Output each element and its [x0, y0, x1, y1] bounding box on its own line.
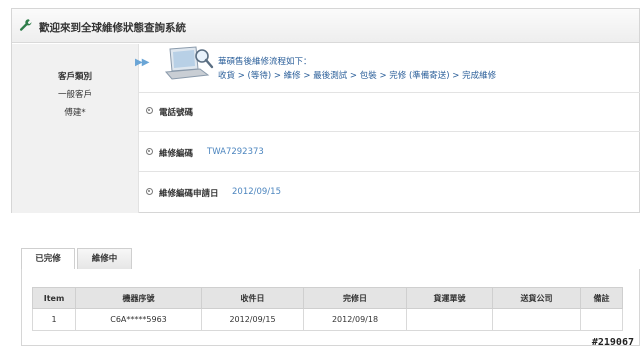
- customer-info: 客戶類別 一般客戶 傅建*: [12, 44, 139, 213]
- divider: [139, 131, 640, 132]
- customer-type-label: 客戶類別: [57, 72, 92, 82]
- cell-notes: [580, 308, 623, 331]
- col-serial: 機器序號: [75, 287, 202, 309]
- cell-received-date: 2012/09/15: [201, 308, 304, 331]
- wrench-icon: [19, 19, 32, 31]
- col-notes: 備註: [580, 287, 623, 309]
- tab-completed[interactable]: 已完修: [21, 248, 75, 270]
- phone-label: 電話號碼: [159, 108, 194, 118]
- rma-date-label: 維修編碼申請日: [159, 189, 219, 199]
- rma-number-value: TWA7292373: [207, 147, 264, 157]
- cell-item: 1: [32, 308, 76, 331]
- table-row: 1 C6A*****5963 2012/09/15 2012/09/18: [32, 308, 623, 331]
- divider: [139, 92, 640, 93]
- cell-carrier: [492, 308, 581, 331]
- flow-steps: 收貨 > (等待) > 維修 > 最後測試 > 包裝 > 完修 (準備寄送) >…: [218, 71, 497, 81]
- rma-date-value: 2012/09/15: [232, 187, 281, 197]
- flow-arrows-icon: ▶▶: [135, 57, 149, 68]
- cell-serial: C6A*****5963: [75, 308, 202, 331]
- customer-type-value: 一般客戶: [57, 90, 92, 100]
- status-panel: 歡迎來到全球維修狀態查詢系統 客戶類別 一般客戶 傅建*: [11, 8, 640, 213]
- col-item: Item: [32, 287, 76, 309]
- table-header-row: Item 機器序號 收件日 完修日 貨運單號 送貨公司 備註: [32, 287, 623, 309]
- cell-completed-date: 2012/09/18: [303, 308, 407, 331]
- tab-in-repair[interactable]: 維修中: [77, 248, 132, 270]
- repair-table: Item 機器序號 收件日 完修日 貨運單號 送貨公司 備註 1 C6A****…: [32, 287, 623, 331]
- laptop-magnifier-icon: [164, 46, 214, 80]
- bullet-icon: [146, 107, 153, 114]
- col-received-date: 收件日: [201, 287, 304, 309]
- divider: [139, 171, 640, 172]
- watermark: #219067: [591, 337, 634, 348]
- col-carrier: 送貨公司: [492, 287, 581, 309]
- bullet-icon: [146, 188, 153, 195]
- cell-tracking-number: [406, 308, 493, 331]
- flow-title: 華碩售後維修流程如下：: [218, 57, 312, 67]
- page-title: 歡迎來到全球維修狀態查詢系統: [39, 22, 186, 34]
- col-completed-date: 完修日: [303, 287, 407, 309]
- rma-number-label: 維修編碼: [159, 149, 194, 159]
- customer-name: 傅建*: [64, 108, 86, 118]
- bullet-icon: [146, 148, 153, 155]
- panel-header: 歡迎來到全球維修狀態查詢系統: [12, 9, 639, 43]
- col-tracking-number: 貨運單號: [406, 287, 493, 309]
